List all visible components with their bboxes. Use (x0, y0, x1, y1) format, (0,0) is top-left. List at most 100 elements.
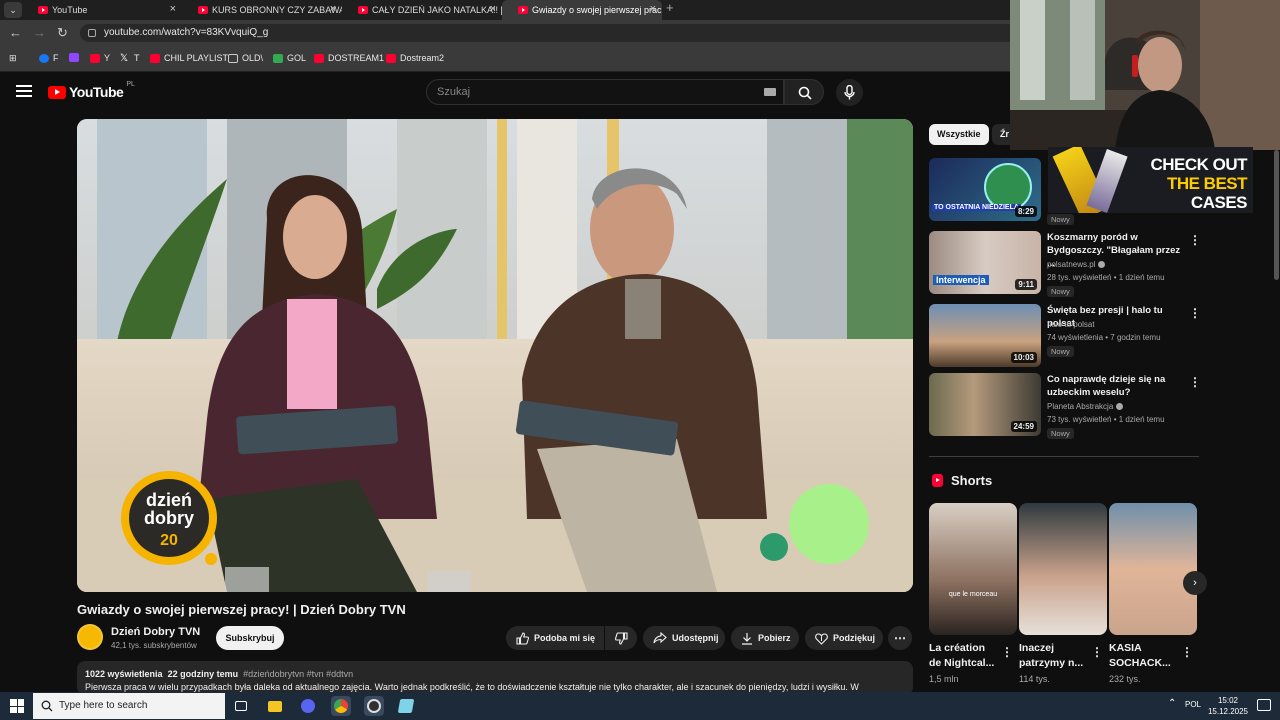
input-language[interactable]: POL (1185, 700, 1201, 709)
bookmark-old-folder[interactable]: OLD\ (228, 53, 263, 63)
clock[interactable]: 15:02 15.12.2025 (1205, 695, 1251, 717)
bookmark-gol[interactable]: GOL (273, 53, 306, 63)
file-explorer-icon[interactable] (265, 696, 285, 716)
short-title[interactable]: Inaczej patrzymy n... (1019, 641, 1085, 671)
browser-tab-active[interactable]: Gwiazdy o swojej pierwszej prac × (502, 0, 662, 20)
channel-name[interactable]: polsatnews.pl (1047, 260, 1106, 269)
page-scrollbar[interactable] (1274, 150, 1279, 280)
video-thumbnail[interactable]: 24:59 (929, 373, 1041, 436)
video-player[interactable]: dzień dobry 20 (77, 119, 913, 592)
download-button[interactable]: Pobierz (731, 626, 799, 650)
short-thumbnail[interactable]: que le morceau (929, 503, 1017, 635)
obs-app-icon[interactable] (364, 696, 384, 716)
video-thumbnail[interactable]: TO OSTATNIA NIEDZIELA 8:29 (929, 158, 1041, 221)
ad-headline-2: THE BEST (1166, 174, 1248, 193)
hashtags[interactable]: #dzieńdobrytvn #tvn #ddtvn (243, 669, 353, 679)
more-vert-icon[interactable]: ⋮ (1091, 645, 1103, 659)
bookmark-dostream1[interactable]: DOSTREAM1 (314, 53, 384, 63)
reload-icon[interactable]: ↻ (57, 25, 68, 41)
short-views: 232 tys. (1109, 674, 1141, 684)
recommended-video[interactable]: 10:03 Święta bez presji | halo tu polsat… (929, 304, 1201, 368)
tray-chevron-up-icon[interactable]: ⌃ (1168, 698, 1176, 709)
video-duration: 9:11 (1015, 279, 1037, 290)
forward-arrow-icon[interactable]: → (33, 25, 46, 40)
ad-headline-3: CASES (1190, 193, 1248, 212)
more-vert-icon[interactable]: ⋮ (1001, 645, 1013, 659)
site-info-icon[interactable] (88, 29, 96, 37)
more-vert-icon[interactable]: ⋮ (1181, 645, 1193, 659)
shorts-next-arrow-icon[interactable]: › (1183, 571, 1207, 595)
like-button[interactable]: Podoba mi się (506, 626, 604, 650)
url-text: youtube.com/watch?v=83KVvquiQ_g (104, 27, 269, 38)
discord-app-icon[interactable] (298, 696, 318, 716)
voice-search-button[interactable] (836, 79, 863, 106)
browser-tab[interactable]: YouTube × (22, 0, 182, 20)
youtube-logo[interactable]: YouTube PL (48, 81, 135, 100)
bookmark-facebook[interactable]: F (39, 53, 59, 63)
logo-dot (205, 553, 217, 565)
ad-banner[interactable]: CHECK OUT THE BEST CASES (1048, 147, 1253, 213)
video-thumbnail[interactable]: 10:03 (929, 304, 1041, 367)
channel-name[interactable]: Dzień Dobry TVN (111, 626, 200, 638)
taskbar-search-input[interactable]: Type here to search (33, 693, 225, 719)
short-title[interactable]: La création de Nightcal... (929, 641, 999, 671)
more-vert-icon[interactable]: ⋮ (1189, 306, 1201, 320)
more-actions-button[interactable]: ⋯ (888, 626, 912, 650)
channel-avatar[interactable] (77, 624, 103, 650)
bookmark-x[interactable]: 𝕏T (120, 53, 140, 63)
new-tab-plus-icon[interactable]: + (666, 0, 674, 15)
share-button[interactable]: Udostępnij (643, 626, 725, 650)
video-title[interactable]: Co naprawdę dzieje się na uzbeckim wesel… (1047, 373, 1185, 399)
thumbnail-caption: Interwencja (933, 275, 989, 285)
task-view-icon[interactable] (231, 696, 251, 716)
close-tab-icon[interactable]: × (330, 3, 336, 15)
twitch-icon (69, 53, 79, 62)
clock-date: 15.12.2025 (1207, 707, 1249, 716)
ad-headline-1: CHECK OUT (1150, 155, 1247, 174)
subscribe-button[interactable]: Subskrybuj (216, 626, 284, 650)
recommended-video[interactable]: 24:59 Co naprawdę dzieje się na uzbeckim… (929, 373, 1201, 439)
description-box[interactable]: 1022 wyświetlenia 22 godziny temu #dzień… (77, 661, 913, 695)
tab-search-button[interactable]: ⌄ (4, 2, 22, 18)
folder-icon (228, 53, 238, 63)
short-title[interactable]: KASIA SOCHACK... (1109, 641, 1175, 671)
thanks-label: Podziękuj (833, 633, 876, 643)
close-tab-icon[interactable]: × (650, 3, 656, 15)
notepad-app-icon[interactable] (396, 696, 416, 716)
browser-tab[interactable]: KURS OBRONNY CZY ZABAWA × (182, 0, 342, 20)
search-input[interactable]: Szukaj (426, 79, 784, 105)
short-thumbnail[interactable] (1019, 503, 1107, 635)
taskbar-search-placeholder: Type here to search (59, 700, 148, 711)
bookmark-twitch[interactable] (69, 53, 79, 62)
new-badge: Nowy (1047, 346, 1074, 357)
keyboard-icon[interactable] (764, 88, 776, 96)
more-vert-icon[interactable]: ⋮ (1189, 375, 1201, 389)
bookmark-chil-playlist[interactable]: CHIL PLAYLIST (150, 53, 228, 63)
close-tab-icon[interactable]: × (170, 3, 176, 15)
back-arrow-icon[interactable]: ← (9, 25, 22, 40)
more-vert-icon[interactable]: ⋮ (1189, 233, 1201, 247)
short-thumbnail[interactable] (1109, 503, 1197, 635)
bookmark-youtube[interactable]: Y (90, 53, 110, 63)
channel-name[interactable]: Planeta Abstrakcja (1047, 402, 1124, 411)
channel-name[interactable]: halo tu polsat (1047, 320, 1095, 329)
close-tab-icon[interactable]: × (490, 3, 496, 15)
youtube-icon (90, 53, 100, 63)
thanks-button[interactable]: Podziękuj (805, 626, 883, 650)
url-field[interactable]: youtube.com/watch?v=83KVvquiQ_g (80, 24, 1020, 42)
browser-tab[interactable]: CAŁY DZIEŃ JAKO NATALKA!! [ × (342, 0, 502, 20)
download-icon (742, 632, 752, 645)
chip-all[interactable]: Wszystkie (929, 124, 989, 145)
video-thumbnail[interactable]: Interwencja 9:11 (929, 231, 1041, 294)
x-logo-icon: 𝕏 (120, 52, 129, 64)
logo-wordmark: YouTube (69, 84, 124, 100)
chrome-app-icon[interactable] (331, 696, 351, 716)
notification-icon[interactable] (1257, 699, 1271, 711)
search-button[interactable] (784, 79, 824, 105)
menu-hamburger-icon[interactable] (16, 85, 32, 100)
windows-start-icon[interactable] (10, 699, 24, 713)
apps-grid-icon[interactable]: ⊞ (9, 53, 17, 64)
dislike-button[interactable] (605, 626, 637, 650)
bookmark-dostream2[interactable]: Dostream2 (386, 53, 444, 63)
recommended-video[interactable]: Interwencja 9:11 Koszmarny poród w Bydgo… (929, 231, 1201, 297)
